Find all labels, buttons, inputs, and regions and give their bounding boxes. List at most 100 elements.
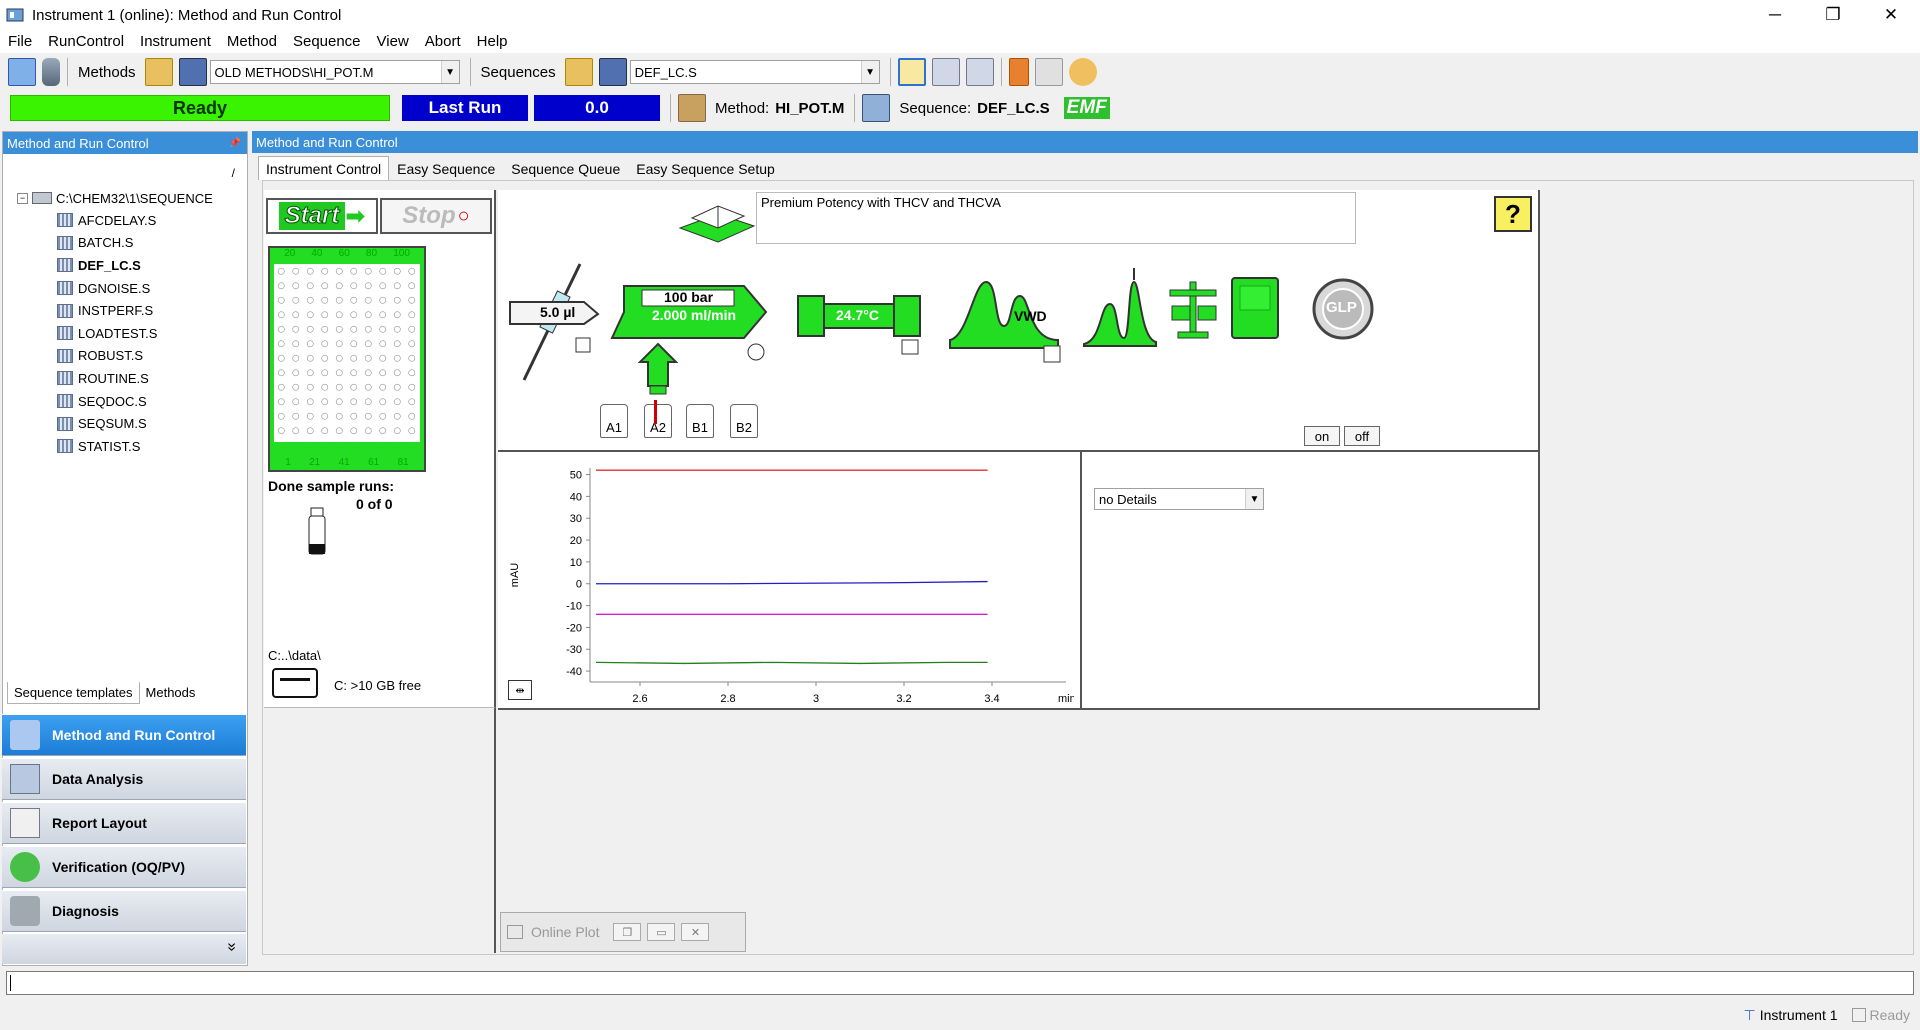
tab-sequence-queue[interactable]: Sequence Queue bbox=[503, 156, 628, 180]
tab-easy-sequence[interactable]: Easy Sequence bbox=[389, 156, 503, 180]
injector-volume: 5.0 µl bbox=[540, 304, 576, 320]
off-button[interactable]: off bbox=[1344, 426, 1380, 446]
tree-item[interactable]: INSTPERF.S bbox=[57, 299, 213, 322]
sequence-icon[interactable] bbox=[862, 94, 891, 122]
menu-method[interactable]: Method bbox=[219, 33, 285, 50]
chevron-down-icon[interactable]: ▼ bbox=[860, 61, 879, 83]
minimize-button[interactable]: ─ bbox=[1746, 0, 1804, 30]
help-button[interactable]: ? bbox=[1494, 196, 1532, 232]
nav-method-run-control[interactable]: Method and Run Control bbox=[2, 714, 246, 756]
nav-report-layout[interactable]: Report Layout bbox=[2, 802, 246, 844]
tab-sequence-templates[interactable]: Sequence templates bbox=[7, 682, 140, 704]
injector-module[interactable] bbox=[508, 262, 604, 382]
plot-adjust-icon[interactable]: ⇹ bbox=[508, 680, 532, 700]
pin-icon[interactable]: 📌 bbox=[229, 138, 241, 149]
save-method-icon[interactable] bbox=[178, 58, 207, 86]
collapse-icon[interactable]: − bbox=[17, 192, 28, 204]
menu-runcontrol[interactable]: RunControl bbox=[40, 33, 132, 50]
y-tick-label: 40 bbox=[570, 491, 582, 503]
sequence-file-icon bbox=[57, 281, 73, 296]
close-window-button[interactable]: ✕ bbox=[681, 923, 710, 941]
drive-icon bbox=[32, 192, 52, 204]
nav-data-analysis[interactable]: Data Analysis bbox=[2, 758, 246, 800]
online-plot-icon[interactable] bbox=[965, 58, 994, 86]
sequence-file-icon bbox=[57, 213, 73, 228]
menu-instrument[interactable]: Instrument bbox=[132, 33, 219, 50]
save-sequence-icon[interactable] bbox=[598, 58, 627, 86]
bottle-b2[interactable]: B2 bbox=[730, 404, 758, 438]
system-diagram-icon[interactable] bbox=[897, 58, 926, 86]
tab-methods[interactable]: Methods bbox=[140, 682, 202, 704]
menu-help[interactable]: Help bbox=[469, 33, 516, 50]
close-button[interactable]: ✕ bbox=[1862, 0, 1920, 30]
chevron-down-icon[interactable]: ▼ bbox=[1245, 489, 1263, 509]
nav-diagnosis[interactable]: Diagnosis bbox=[2, 890, 246, 932]
tree-item[interactable]: BATCH.S bbox=[57, 232, 213, 255]
tree-root[interactable]: − C:\CHEM32\1\SEQUENCE bbox=[17, 187, 213, 209]
restore-button[interactable]: ❐ bbox=[1804, 0, 1862, 30]
restore-window-button[interactable]: ❐ bbox=[613, 923, 642, 941]
open-sequence-icon[interactable] bbox=[564, 58, 593, 86]
chevron-down-icon[interactable]: ▼ bbox=[440, 61, 459, 83]
maximize-window-button[interactable]: ▭ bbox=[647, 923, 676, 941]
menu-sequence[interactable]: Sequence bbox=[285, 33, 369, 50]
method-book-icon[interactable] bbox=[678, 198, 756, 246]
instrument-view-icon[interactable] bbox=[8, 58, 36, 86]
tree-item[interactable]: ROUTINE.S bbox=[57, 367, 213, 390]
disk-free: C: >10 GB free bbox=[334, 678, 422, 693]
menu-view[interactable]: View bbox=[369, 33, 417, 50]
tab-instrument-control[interactable]: Instrument Control bbox=[258, 156, 390, 180]
menu-file[interactable]: File bbox=[0, 33, 40, 50]
column-temperature: 24.7°C bbox=[836, 307, 879, 323]
tab-easy-sequence-setup[interactable]: Easy Sequence Setup bbox=[628, 156, 783, 180]
detector-vwd[interactable] bbox=[948, 276, 1068, 366]
method-select[interactable]: OLD METHODS\HI_POT.M ▼ bbox=[209, 60, 460, 84]
sampling-lower-area bbox=[264, 707, 496, 953]
integration-icon[interactable] bbox=[1082, 268, 1158, 348]
command-line-input[interactable] bbox=[6, 971, 1914, 995]
method-select-value: OLD METHODS\HI_POT.M bbox=[214, 64, 374, 80]
tree-item[interactable]: LOADTEST.S bbox=[57, 322, 213, 345]
bottle-a1[interactable]: A1 bbox=[600, 404, 628, 438]
tray-vials[interactable] bbox=[274, 264, 420, 442]
footer-instrument: Instrument 1 bbox=[1759, 1007, 1838, 1023]
instrument-icon: ⊤ bbox=[1743, 1006, 1756, 1023]
title-bar: Instrument 1 (online): Method and Run Co… bbox=[0, 0, 1920, 30]
tree-item[interactable]: SEQDOC.S bbox=[57, 390, 213, 413]
bottle-icon[interactable] bbox=[42, 58, 60, 86]
sequence-select[interactable]: DEF_LC.S ▼ bbox=[629, 60, 880, 84]
series-line-3 bbox=[595, 661, 988, 665]
tree-item[interactable]: DGNOISE.S bbox=[57, 277, 213, 300]
online-plot-minimized[interactable]: Online Plot ❐ ▭ ✕ bbox=[500, 912, 746, 952]
tree-item-selected[interactable]: DEF_LC.S bbox=[57, 254, 213, 277]
tree-item[interactable]: ROBUST.S bbox=[57, 345, 213, 368]
calibration-icon[interactable] bbox=[1168, 276, 1218, 340]
book-icon[interactable] bbox=[1008, 58, 1029, 86]
details-select[interactable]: no Details ▼ bbox=[1094, 488, 1264, 510]
nav-verification[interactable]: Verification (OQ/PV) bbox=[2, 846, 246, 888]
chart-icon[interactable] bbox=[1034, 58, 1063, 86]
column-compartment[interactable] bbox=[796, 294, 926, 358]
more-icon[interactable]: » bbox=[223, 943, 241, 952]
on-button[interactable]: on bbox=[1304, 426, 1340, 446]
tree-item[interactable]: SEQSUM.S bbox=[57, 412, 213, 435]
stop-button[interactable]: Stop ○ bbox=[380, 198, 492, 234]
start-button[interactable]: Start ➡ bbox=[266, 198, 378, 234]
open-method-icon[interactable] bbox=[144, 58, 173, 86]
hand-icon[interactable] bbox=[1068, 58, 1097, 86]
sequence-file-icon bbox=[57, 416, 73, 431]
sampling-diagram-icon[interactable] bbox=[931, 58, 960, 86]
tree-item[interactable]: STATIST.S bbox=[57, 435, 213, 458]
emf-indicator[interactable]: EMF bbox=[1063, 97, 1110, 119]
tree-item[interactable]: AFCDELAY.S bbox=[57, 209, 213, 232]
solvent-selector[interactable] bbox=[637, 342, 679, 396]
sample-tray[interactable]: 20 40 60 80 100 1 21 41 61 81 bbox=[268, 246, 426, 472]
sequence-file-icon bbox=[57, 326, 73, 341]
bottle-b1[interactable]: B1 bbox=[686, 404, 714, 438]
report-icon[interactable] bbox=[1230, 276, 1282, 342]
method-description[interactable]: Premium Potency with THCV and THCVA bbox=[756, 192, 1356, 244]
data-path: C:..\data\ bbox=[268, 648, 321, 663]
method-icon[interactable] bbox=[678, 94, 706, 122]
glp-label: GLP bbox=[1326, 299, 1357, 316]
menu-abort[interactable]: Abort bbox=[417, 33, 469, 50]
